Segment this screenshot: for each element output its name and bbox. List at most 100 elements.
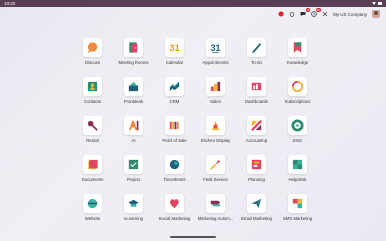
dashboards-icon	[247, 77, 266, 96]
messaging-badge: 5	[306, 8, 310, 12]
app-elearning[interactable]: eLearning	[113, 194, 154, 233]
app-knowledge[interactable]: Knowledge	[277, 38, 318, 77]
wifi-icon	[372, 2, 376, 5]
svg-text:31: 31	[211, 43, 221, 53]
app-rental[interactable]: Rental	[72, 116, 113, 155]
meeting-rooms-icon	[124, 38, 143, 57]
app-label: Meeting Rooms	[118, 60, 149, 65]
app-field-service[interactable]: Field Service	[195, 155, 236, 194]
app-todo[interactable]: To-do	[236, 38, 277, 77]
app-label: Timesheets	[163, 177, 186, 182]
project-icon	[124, 155, 143, 174]
field-service-icon	[206, 155, 225, 174]
app-label: Contacts	[84, 99, 101, 104]
app-email-marketing[interactable]: Email Marketing	[236, 194, 277, 233]
helpdesk-icon	[288, 155, 307, 174]
settings-icon[interactable]	[322, 11, 328, 17]
activity-icon[interactable]: 99	[311, 8, 321, 17]
elearning-icon	[124, 194, 143, 213]
app-label: Email Marketing	[241, 216, 272, 221]
frontdesk-icon	[124, 77, 143, 96]
app-project[interactable]: Project	[113, 155, 154, 194]
sales-icon	[206, 77, 225, 96]
app-label: Helpdesk	[288, 177, 307, 182]
app-label: Calendar	[165, 60, 184, 65]
app-label: Planning	[248, 177, 265, 182]
app-calendar[interactable]: 31 Calendar	[154, 38, 195, 77]
contacts-icon	[83, 77, 102, 96]
home-indicator	[170, 236, 216, 238]
app-dashboards[interactable]: Dashboards	[236, 77, 277, 116]
app-esg[interactable]: ESG	[277, 116, 318, 155]
app-crm[interactable]: CRM	[154, 77, 195, 116]
timesheets-icon	[165, 155, 184, 174]
planning-icon	[247, 155, 266, 174]
app-label: Subscriptions	[284, 99, 311, 104]
app-social-marketing[interactable]: Social Marketing	[154, 194, 195, 233]
app-label: Rental	[86, 138, 99, 143]
app-website[interactable]: Website	[72, 194, 113, 233]
social-marketing-icon	[165, 194, 184, 213]
app-label: Project	[126, 177, 141, 182]
app-label: CRM	[169, 99, 180, 104]
app-point-of-sale[interactable]: Point of Sale	[154, 116, 195, 155]
app-appointments[interactable]: 31 Appointments	[195, 38, 236, 77]
company-switcher[interactable]: My US Company	[333, 12, 367, 17]
sms-marketing-icon	[288, 194, 307, 213]
calendar-icon: 31	[165, 38, 184, 57]
app-accounting[interactable]: Accounting	[236, 116, 277, 155]
point-of-sale-icon	[165, 116, 184, 135]
app-label: Appointments	[202, 60, 229, 65]
app-label: Documents	[81, 177, 104, 182]
app-marketing-automation[interactable]: Marketing Autom...	[195, 194, 236, 233]
app-grid: Discuss Meeting Rooms 31 Calendar 31 Appointm…	[72, 38, 318, 233]
ai-icon	[124, 116, 143, 135]
app-discuss[interactable]: Discuss	[72, 38, 113, 77]
status-time: 10:32	[4, 1, 16, 6]
battery-icon	[378, 2, 382, 5]
app-contacts[interactable]: Contacts	[72, 77, 113, 116]
knowledge-icon	[288, 38, 307, 57]
record-icon[interactable]	[278, 11, 284, 17]
app-label: Accounting	[245, 138, 268, 143]
activity-badge: 99	[315, 8, 321, 12]
status-icons	[372, 2, 382, 5]
todo-icon	[247, 38, 266, 57]
app-subscriptions[interactable]: Subscriptions	[277, 77, 318, 116]
app-label: Field Service	[203, 177, 228, 182]
app-kitchen-display[interactable]: Kitchen Display	[195, 116, 236, 155]
app-label: Social Marketing	[158, 216, 191, 221]
app-label: Knowledge	[286, 60, 309, 65]
svg-text:31: 31	[169, 43, 179, 53]
appointments-icon: 31	[206, 38, 225, 57]
rental-icon	[83, 116, 102, 135]
messaging-icon[interactable]: 5	[300, 8, 310, 17]
bug-icon[interactable]	[289, 11, 295, 17]
kitchen-display-icon	[206, 116, 225, 135]
app-documents[interactable]: Documents	[72, 155, 113, 194]
email-marketing-icon	[247, 194, 266, 213]
app-label: Marketing Autom...	[197, 216, 234, 221]
app-label: Sales	[210, 99, 221, 104]
app-label: To-do	[251, 60, 262, 65]
app-frontdesk[interactable]: Frontdesk	[113, 77, 154, 116]
user-avatar[interactable]	[372, 10, 380, 18]
accounting-icon	[247, 116, 266, 135]
app-label: Frontdesk	[123, 99, 144, 104]
app-label: Kitchen Display	[200, 138, 231, 143]
app-label: AI	[131, 138, 136, 143]
app-label: Dashboards	[244, 99, 269, 104]
app-timesheets[interactable]: Timesheets	[154, 155, 195, 194]
app-label: Point of Sale	[162, 138, 187, 143]
app-planning[interactable]: Planning	[236, 155, 277, 194]
app-label: SMS Marketing	[282, 216, 313, 221]
app-meeting-rooms[interactable]: Meeting Rooms	[113, 38, 154, 77]
app-sales[interactable]: Sales	[195, 77, 236, 116]
crm-icon	[165, 77, 184, 96]
app-sms-marketing[interactable]: SMS Marketing	[277, 194, 318, 233]
documents-icon	[83, 155, 102, 174]
app-helpdesk[interactable]: Helpdesk	[277, 155, 318, 194]
app-ai[interactable]: AI	[113, 116, 154, 155]
android-status-bar: 10:32	[0, 0, 386, 7]
app-label: eLearning	[123, 216, 144, 221]
